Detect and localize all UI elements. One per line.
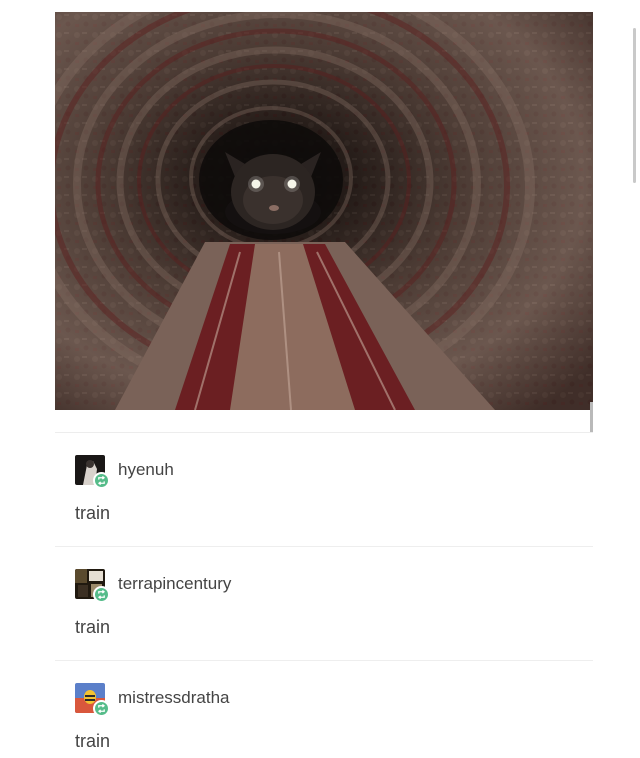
reblog-icon [93,700,110,717]
image-divider [55,432,593,433]
reblog-divider [55,660,593,661]
reblog-icon [93,586,110,603]
reblog-comment: train [75,503,111,523]
reblog-comment: train [75,617,111,637]
reblog-username[interactable]: hyenuh [118,460,174,480]
reblog-icon [93,472,110,489]
page-scrollbar[interactable] [633,28,636,183]
cat-figure [225,152,321,234]
carpet-tunnel-cat-image [55,12,593,410]
reblog-username[interactable]: mistressdratha [118,688,229,708]
reblog-username[interactable]: terrapincentury [118,574,231,594]
post-photo [55,12,593,410]
reblog-divider [55,546,593,547]
reblog-comment: train [75,731,111,751]
image-edge-marker [590,402,593,432]
